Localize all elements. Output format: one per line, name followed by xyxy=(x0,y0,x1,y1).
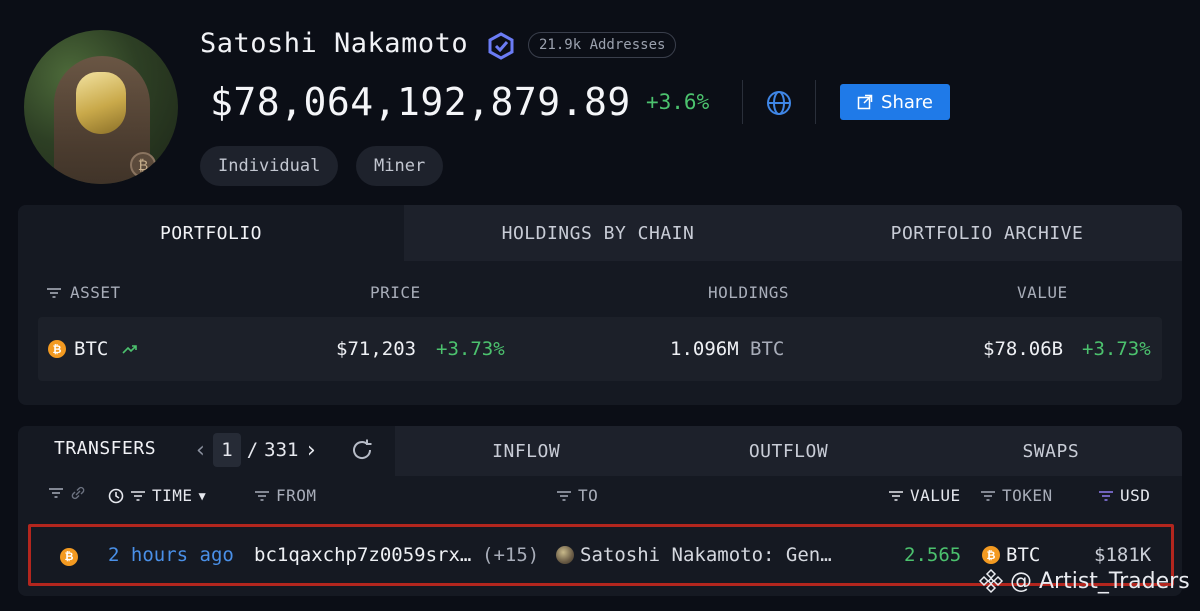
column-usd[interactable]: USD xyxy=(1098,486,1150,505)
page-total: 331 xyxy=(264,439,299,461)
filter-icon xyxy=(889,490,903,501)
total-value: $78,064,192,879.89 xyxy=(210,80,631,124)
value-change: +3.73% xyxy=(1082,338,1151,360)
asset-name: BTC xyxy=(74,338,109,360)
divider xyxy=(742,80,743,124)
verified-badge-icon xyxy=(488,32,514,60)
page-separator: / xyxy=(246,439,259,461)
btc-coin-icon: ₿ xyxy=(60,547,78,566)
external-link-icon xyxy=(857,94,873,110)
filter-icon xyxy=(47,287,61,298)
watermark-text: @ Artist_Traders xyxy=(1010,568,1190,594)
tab-portfolio[interactable]: PORTFOLIO xyxy=(18,205,404,261)
transfers-tabs: INFLOW OUTFLOW SWAPS xyxy=(395,426,1182,476)
chain-cell: ₿ xyxy=(60,545,78,567)
holdings-amount: 1.096M xyxy=(670,338,739,360)
transfer-token: ₿ BTC xyxy=(982,544,1040,566)
transfer-from[interactable]: bc1qaxchp7z0059srx… xyxy=(254,544,471,566)
portfolio-tabs: PORTFOLIO HOLDINGS BY CHAIN PORTFOLIO AR… xyxy=(18,205,1182,261)
tab-inflow[interactable]: INFLOW xyxy=(395,426,657,476)
page-current[interactable]: 1 xyxy=(213,433,241,467)
filter-icon xyxy=(49,488,63,498)
globe-icon[interactable] xyxy=(766,90,792,116)
column-from[interactable]: FROM xyxy=(254,486,317,505)
chevron-right-icon[interactable]: › xyxy=(304,438,317,463)
column-from-label: FROM xyxy=(276,486,317,505)
transfer-to-label: Satoshi Nakamoto: Gen… xyxy=(580,544,832,566)
asset-cell: ₿ BTC xyxy=(48,338,138,360)
pagination: ‹ 1 / 331 › xyxy=(194,430,318,470)
share-button[interactable]: Share xyxy=(840,84,950,120)
column-asset[interactable]: ASSET xyxy=(46,283,121,302)
column-price[interactable]: PRICE xyxy=(370,283,421,302)
transfer-from-extra[interactable]: (+15) xyxy=(482,544,539,566)
filter-icon xyxy=(131,490,145,501)
column-time[interactable]: TIME ▼ xyxy=(108,486,206,505)
trend-up-icon xyxy=(122,345,138,354)
column-token-label: TOKEN xyxy=(1002,486,1053,505)
chevron-left-icon[interactable]: ‹ xyxy=(194,438,207,463)
column-value-label: VALUE xyxy=(910,486,961,505)
price-change: +3.73% xyxy=(436,338,505,360)
filter-icon xyxy=(981,490,995,501)
btc-coin-icon: ₿ xyxy=(982,546,1000,564)
clock-icon xyxy=(108,488,124,503)
holdings-unit: BTC xyxy=(750,338,785,360)
transfer-token-label: BTC xyxy=(1006,544,1041,566)
avatar: ₿ xyxy=(24,30,178,184)
column-chain-filter[interactable] xyxy=(48,486,86,500)
column-time-label: TIME xyxy=(152,486,193,505)
tab-outflow[interactable]: OUTFLOW xyxy=(657,426,919,476)
filter-icon xyxy=(1099,490,1113,501)
transfer-value: 2.565 xyxy=(904,544,962,566)
btc-coin-icon: ₿ xyxy=(48,340,66,358)
tab-holdings-by-chain[interactable]: HOLDINGS BY CHAIN xyxy=(404,205,792,261)
divider xyxy=(815,80,816,124)
column-value[interactable]: VALUE xyxy=(1017,283,1068,302)
tab-portfolio-archive[interactable]: PORTFOLIO ARCHIVE xyxy=(792,205,1182,261)
transfer-usd: $181K xyxy=(1094,544,1152,566)
filter-icon xyxy=(255,490,269,501)
transfers-title: TRANSFERS xyxy=(54,438,157,459)
entity-avatar-icon xyxy=(556,546,574,564)
binance-logo-icon xyxy=(978,568,1004,594)
column-asset-label: ASSET xyxy=(70,283,121,302)
price-value: $71,203 xyxy=(336,338,417,360)
column-value[interactable]: VALUE xyxy=(888,486,961,505)
transfer-to[interactable]: Satoshi Nakamoto: Gen… xyxy=(556,544,832,566)
addresses-badge[interactable]: 21.9k Addresses xyxy=(528,32,677,58)
filter-icon xyxy=(557,490,571,501)
profile-name: Satoshi Nakamoto xyxy=(200,28,469,59)
bitcoin-icon: ₿ xyxy=(130,152,156,178)
share-label: Share xyxy=(881,91,933,113)
link-icon xyxy=(71,486,85,500)
column-token[interactable]: TOKEN xyxy=(980,486,1053,505)
table-row[interactable]: ₿ BTC $71,203 +3.73% 1.096M BTC $78.06B … xyxy=(38,317,1162,381)
sort-down-icon: ▼ xyxy=(198,488,207,503)
portfolio-panel: PORTFOLIO HOLDINGS BY CHAIN PORTFOLIO AR… xyxy=(18,205,1182,405)
total-change: +3.6% xyxy=(646,90,710,114)
column-to[interactable]: TO xyxy=(556,486,598,505)
tab-swaps[interactable]: SWAPS xyxy=(920,426,1182,476)
tag-individual[interactable]: Individual xyxy=(200,146,339,186)
watermark: @ Artist_Traders xyxy=(978,568,1190,594)
value-amount: $78.06B xyxy=(983,338,1064,360)
column-holdings[interactable]: HOLDINGS xyxy=(708,283,789,302)
refresh-icon[interactable] xyxy=(350,438,374,462)
transfer-time[interactable]: 2 hours ago xyxy=(108,544,234,566)
column-to-label: TO xyxy=(578,486,599,505)
avatar-face xyxy=(76,72,126,134)
tag-miner[interactable]: Miner xyxy=(356,146,444,186)
column-usd-label: USD xyxy=(1120,486,1151,505)
